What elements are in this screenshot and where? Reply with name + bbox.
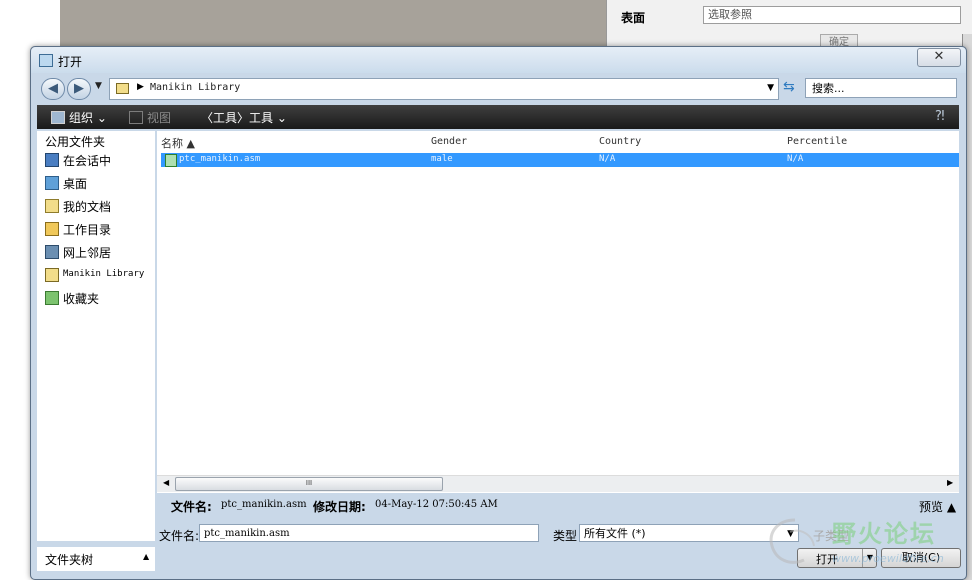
type-select[interactable]: 所有文件 (*) ▼ (579, 524, 799, 542)
horizontal-scrollbar[interactable]: ◀ III ▶ (157, 475, 959, 492)
filename-label: 文件名: (159, 529, 200, 543)
file-list: 名称 ▲ Gender Country Percentile ptc_manik… (157, 131, 959, 495)
details-bar: 文件名: ptc_manikin.asm 修改日期: 04-May-12 07:… (157, 493, 959, 517)
monitor-icon (45, 153, 59, 167)
filename-row: 文件名: ptc_manikin.asm 类型 所有文件 (*) ▼ 子类型 (157, 523, 959, 547)
details-filename: ptc_manikin.asm (221, 499, 307, 510)
back-button[interactable]: ◀ (41, 78, 65, 100)
background-viewport (60, 0, 606, 50)
network-icon (45, 245, 59, 259)
column-header-gender[interactable]: Gender (431, 136, 467, 147)
folder-tree-toggle[interactable]: 文件夹树 ▲ (37, 547, 155, 571)
details-filename-label: 文件名: (171, 500, 212, 514)
organize-icon (51, 111, 65, 124)
scroll-right-icon[interactable]: ▶ (947, 478, 953, 487)
column-header-name[interactable]: 名称 ▲ (161, 135, 195, 151)
desktop-icon (45, 176, 59, 190)
forward-arrow-icon: ▶ (74, 81, 84, 96)
nav-item-label: 收藏夹 (63, 292, 100, 306)
country-cell: N/A (599, 154, 616, 164)
forward-button[interactable]: ▶ (67, 78, 91, 100)
surface-label: 表面 (621, 11, 646, 25)
organize-button[interactable]: 组织 ⌄ (69, 109, 107, 126)
nav-item-label: 网上邻居 (63, 246, 112, 260)
working-dir-icon (45, 222, 59, 236)
expand-up-icon: ▲ (143, 552, 150, 561)
close-button[interactable]: ✕ (917, 48, 961, 67)
dialog-title: 打开 (58, 55, 83, 69)
folder-tree-label: 文件夹树 (45, 553, 94, 567)
column-header-percentile[interactable]: Percentile (787, 136, 847, 147)
chevron-down-icon: ▼ (787, 529, 794, 539)
address-dropdown-icon[interactable]: ▼ (767, 83, 774, 93)
tools-button[interactable]: 〈工具〉工具 ⌄ (201, 109, 287, 126)
breadcrumb-path[interactable]: Manikin Library (150, 82, 240, 93)
search-input[interactable]: 搜索... (805, 78, 957, 98)
library-folder-icon (45, 268, 59, 282)
documents-folder-icon (45, 199, 59, 213)
scroll-left-icon[interactable]: ◀ (163, 478, 169, 487)
close-icon: ✕ (933, 49, 945, 64)
open-button[interactable]: 打开 ▼ (797, 548, 877, 568)
nav-item-label: 工作目录 (63, 223, 112, 237)
column-header-country[interactable]: Country (599, 136, 641, 147)
history-dropdown-icon[interactable]: ▼ (95, 81, 102, 91)
table-row[interactable]: ptc_manikin.asm male N/A N/A (161, 153, 959, 167)
refresh-icon[interactable]: ⇆ (783, 79, 795, 95)
cancel-button[interactable]: 取消(C) (881, 548, 961, 568)
open-dialog: 打开 ✕ ◀ ▶ ▼ ▶ Manikin Library ▼ ⇆ 搜索... 组… (30, 46, 967, 580)
type-select-value: 所有文件 (*) (584, 527, 646, 540)
nav-item-label: 我的文档 (63, 200, 112, 214)
subtype-label: 子类型 (813, 529, 850, 543)
view-button[interactable]: 视图 (147, 109, 171, 126)
preview-toggle[interactable]: 预览 ▲ (919, 498, 956, 515)
filename-input[interactable]: ptc_manikin.asm (199, 524, 539, 542)
view-icon (129, 111, 143, 124)
help-icon[interactable]: ⁈ (935, 109, 945, 124)
folder-icon (116, 83, 129, 94)
nav-item-label: Manikin Library (63, 269, 145, 279)
address-bar: ◀ ▶ ▼ ▶ Manikin Library ▼ ⇆ 搜索... (37, 77, 959, 101)
back-arrow-icon: ◀ (48, 81, 58, 96)
dialog-titlebar: 打开 ✕ (31, 47, 966, 73)
percentile-cell: N/A (787, 154, 804, 164)
address-input[interactable]: ▶ Manikin Library ▼ (109, 78, 779, 100)
gender-cell: male (431, 154, 453, 164)
button-row: 打开 ▼ 取消(C) (157, 547, 961, 571)
assembly-file-icon (165, 154, 177, 167)
breadcrumb-arrow-icon[interactable]: ▶ (137, 82, 144, 92)
reference-field[interactable]: 选取参照 (703, 6, 961, 24)
nav-item-label: 在会话中 (63, 154, 112, 168)
details-modified-label: 修改日期: (313, 500, 366, 514)
nav-item-label: 桌面 (63, 177, 88, 191)
nav-header: 公用文件夹 (45, 135, 106, 149)
window-icon (39, 54, 53, 67)
scroll-thumb[interactable]: III (175, 477, 443, 491)
details-modified: 04-May-12 07:50:45 AM (375, 499, 498, 510)
file-name-cell: ptc_manikin.asm (179, 154, 261, 164)
toolbar: 组织 ⌄ 视图 〈工具〉工具 ⌄ ⁈ (37, 105, 959, 129)
open-dropdown-icon[interactable]: ▼ (862, 549, 877, 567)
open-button-label: 打开 (816, 553, 838, 566)
navigation-pane: 公用文件夹 在会话中 桌面 我的文档 工作目录 网上邻居 Manikin Lib… (37, 131, 155, 541)
type-label: 类型 (553, 529, 578, 543)
favorites-icon (45, 291, 59, 305)
